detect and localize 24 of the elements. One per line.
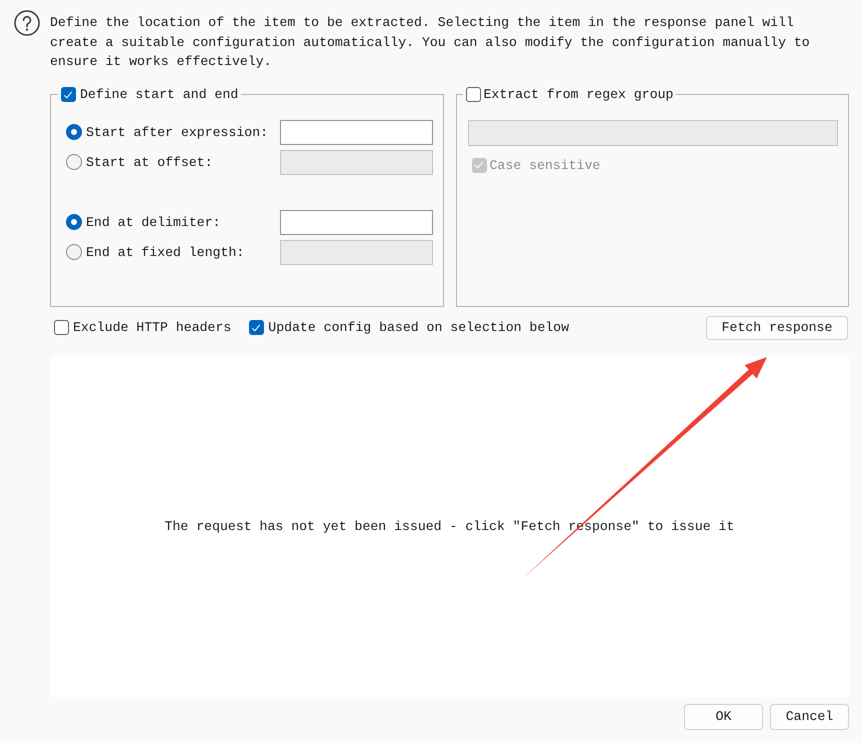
- fetch-response-button[interactable]: Fetch response: [706, 316, 848, 340]
- radio-button[interactable]: [66, 214, 82, 230]
- checkbox-label: Case sensitive: [490, 158, 600, 172]
- checkbox[interactable]: [466, 87, 480, 102]
- radio-button[interactable]: [66, 124, 82, 140]
- checkbox[interactable]: [61, 87, 76, 102]
- checkbox-label: Extract from regex group: [484, 86, 674, 102]
- checkbox-label: Update config based on selection below: [268, 320, 570, 335]
- radio-label: Start at offset:: [86, 154, 213, 170]
- checkbox-label: Define start and end: [80, 86, 238, 102]
- radio-button[interactable]: [66, 154, 82, 170]
- dialog-button[interactable]: Cancel: [770, 704, 849, 730]
- radio-label: End at delimiter:: [86, 214, 221, 230]
- dialog-button[interactable]: OK: [684, 704, 763, 730]
- text-field[interactable]: [280, 120, 432, 144]
- checkbox[interactable]: [54, 320, 69, 335]
- radio-label: End at fixed length:: [86, 244, 244, 260]
- help-text: Define the location of the item to be extracted. Selecting the item in the response panel will create a suitable configuration automatically. You can also modify the configuration manually to ensure it works effectively.: [50, 14, 811, 71]
- text-field[interactable]: [280, 210, 432, 234]
- checkbox-label: Exclude HTTP headers: [73, 320, 232, 335]
- checkbox[interactable]: [249, 320, 264, 335]
- help-icon: [14, 10, 40, 36]
- radio-label: Start after expression:: [86, 124, 268, 140]
- radio-button[interactable]: [66, 244, 82, 260]
